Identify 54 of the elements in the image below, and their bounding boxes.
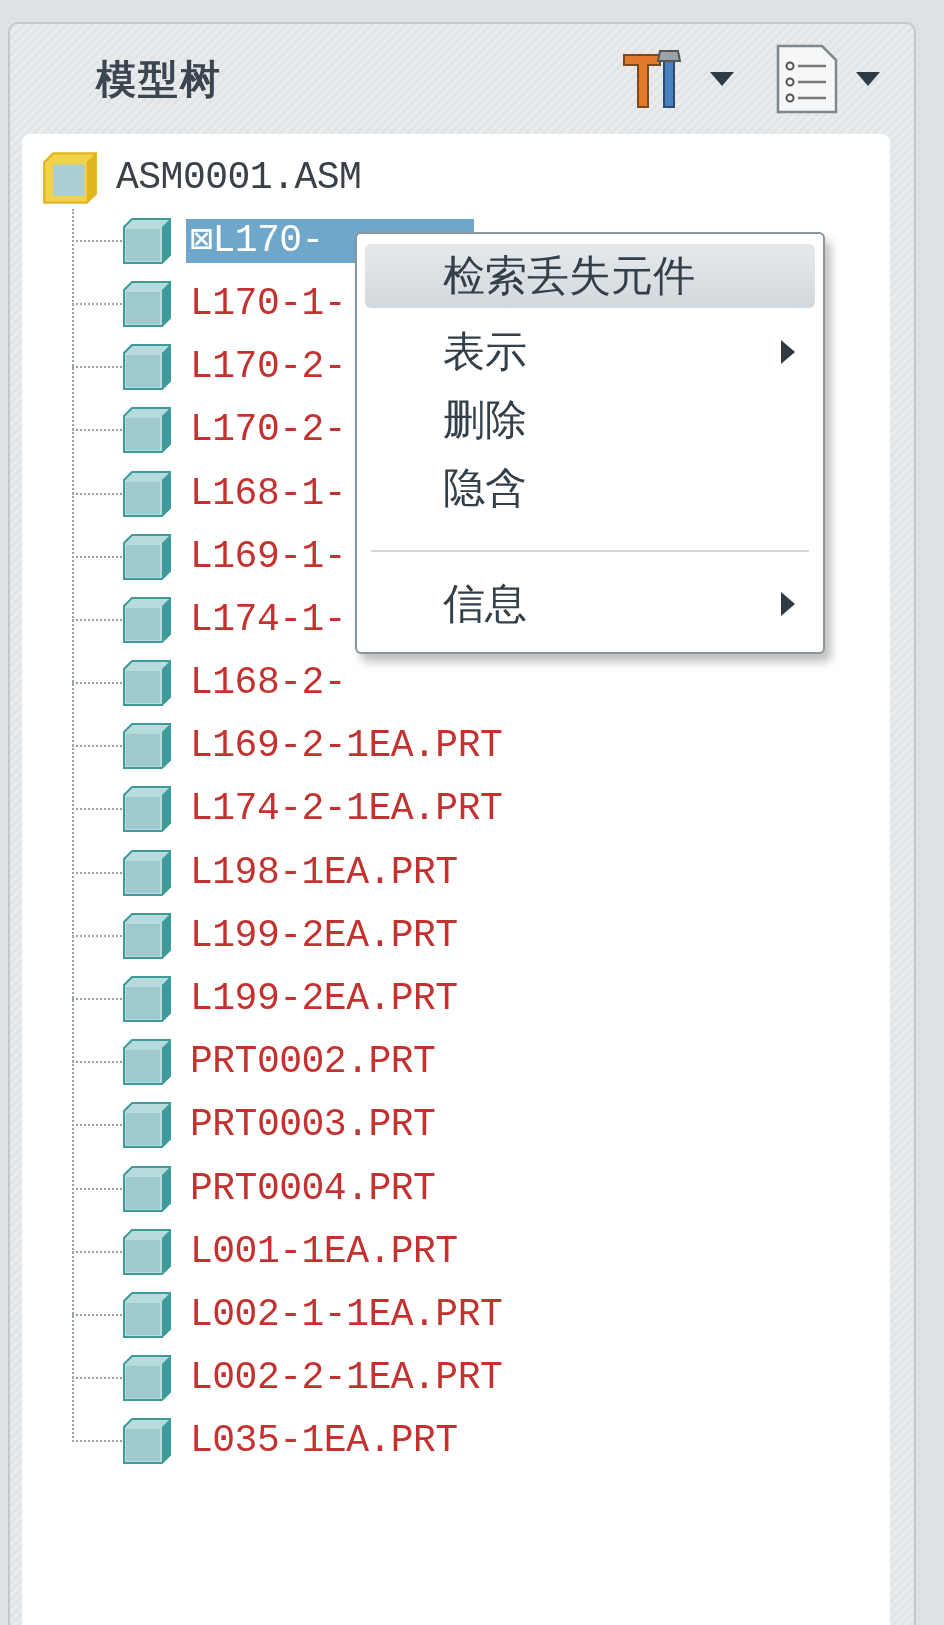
menu-item[interactable]: 隐含: [365, 454, 815, 522]
part-cube-icon: [122, 532, 172, 581]
menu-item-label: 表示: [443, 326, 528, 378]
panel-title: 模型树: [96, 54, 223, 104]
part-cube-icon: [122, 848, 172, 897]
part-cube-icon: [122, 469, 172, 518]
part-cube-icon: [122, 406, 172, 455]
tree-item[interactable]: L170-2-: [186, 408, 351, 453]
assembly-cube-icon: [42, 150, 98, 205]
menu-item[interactable]: 表示: [365, 318, 815, 386]
part-cube-icon: [122, 1038, 172, 1087]
tree-item[interactable]: L168-2-: [186, 661, 351, 706]
tree-item[interactable]: L002-2-1EA.PRT: [186, 1356, 507, 1401]
tree-item[interactable]: PRT0003.PRT: [186, 1103, 440, 1148]
tree-item[interactable]: L169-2-1EA.PRT: [186, 724, 507, 769]
menu-item[interactable]: 信息: [365, 570, 815, 638]
part-cube-icon: [122, 975, 172, 1024]
part-cube-icon: [122, 1417, 172, 1466]
tree-item[interactable]: L002-1-1EA.PRT: [186, 1292, 507, 1337]
tree-item[interactable]: L035-1EA.PRT: [186, 1419, 462, 1464]
tree-item[interactable]: L001-1EA.PRT: [186, 1229, 462, 1274]
tree-item[interactable]: L174-2-1EA.PRT: [186, 787, 507, 832]
tree-item[interactable]: L170-1-: [186, 281, 351, 326]
tree-item[interactable]: L199-2EA.PRT: [186, 977, 462, 1022]
menu-item-label: 信息: [443, 578, 528, 630]
part-cube-icon: [122, 595, 172, 644]
tree-item[interactable]: L170-2-: [186, 345, 351, 390]
menu-item-label: 删除: [443, 394, 528, 446]
menu-item[interactable]: 检索丢失元件: [365, 244, 815, 308]
tree-item[interactable]: L174-1-: [186, 597, 351, 642]
tree-item[interactable]: L199-2EA.PRT: [186, 913, 462, 958]
part-cube-icon: [122, 659, 172, 708]
part-cube-icon: [122, 1164, 172, 1213]
tree-item[interactable]: PRT0002.PRT: [186, 1040, 440, 1085]
part-cube-icon: [122, 785, 172, 834]
part-cube-icon: [122, 343, 172, 392]
part-cube-icon: [122, 279, 172, 328]
list-document-icon: [776, 44, 838, 114]
menu-item-label: 隐含: [443, 462, 528, 514]
tree-item[interactable]: L168-1-: [186, 471, 351, 516]
part-cube-icon: [122, 911, 172, 960]
part-cube-icon: [122, 1101, 172, 1150]
part-cube-icon: [122, 216, 172, 265]
part-cube-icon: [122, 722, 172, 771]
tree-item[interactable]: ASM0001.ASM: [112, 155, 366, 200]
tree-item[interactable]: L169-1-: [186, 534, 351, 579]
part-cube-icon: [122, 1290, 172, 1339]
caret-icon: [710, 72, 734, 86]
menu-item[interactable]: 删除: [365, 386, 815, 454]
part-cube-icon: [122, 1227, 172, 1276]
tree-item[interactable]: L198-1EA.PRT: [186, 850, 462, 895]
part-cube-icon: [122, 1354, 172, 1403]
tree-item[interactable]: PRT0004.PRT: [186, 1166, 440, 1211]
caret-icon: [856, 72, 880, 86]
